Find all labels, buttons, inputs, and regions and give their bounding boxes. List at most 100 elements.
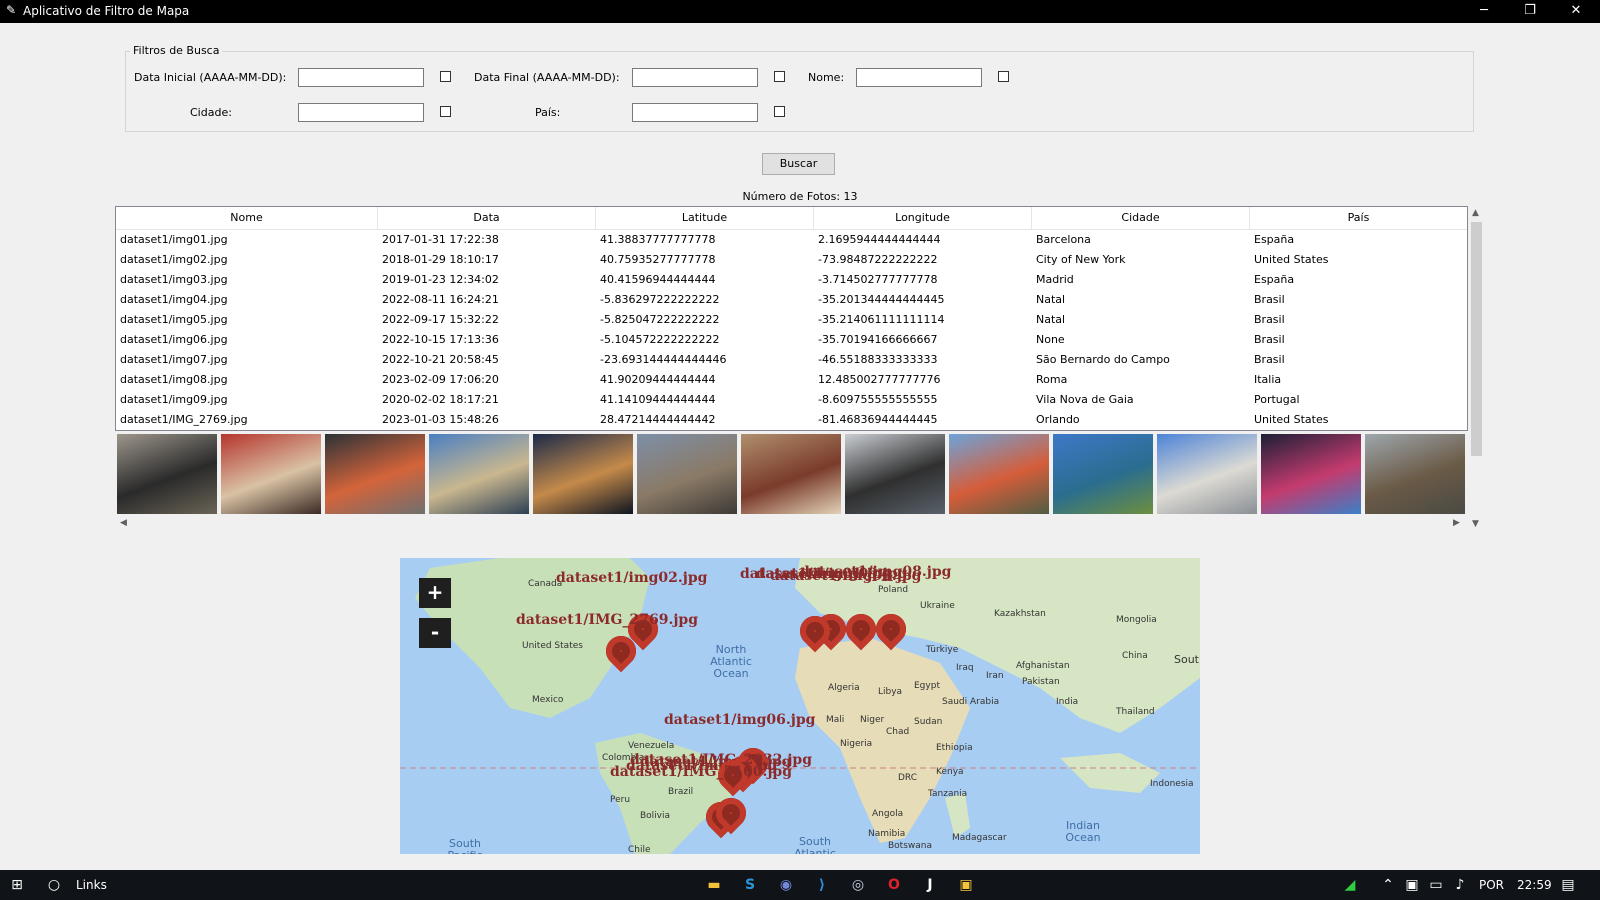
- notifications-icon[interactable]: ▤: [1558, 875, 1578, 895]
- photo-thumbnail[interactable]: [1157, 434, 1257, 514]
- start-date-field[interactable]: [298, 68, 424, 87]
- table-row[interactable]: dataset1/img04.jpg 2022-08-11 16:24:21 -5.…: [116, 290, 1467, 310]
- skype-icon[interactable]: S: [740, 875, 760, 895]
- python-icon[interactable]: ▣: [956, 875, 976, 895]
- photo-thumbnail[interactable]: [845, 434, 945, 514]
- cell-latitude: 28.47214444444442: [600, 413, 716, 426]
- language-indicator[interactable]: POR: [1479, 878, 1504, 892]
- cell-latitude: -5.825047222222222: [600, 313, 720, 326]
- country-checkbox[interactable]: [774, 106, 785, 117]
- column-header-longitude[interactable]: Longitude: [814, 207, 1032, 229]
- opera-icon[interactable]: O: [884, 875, 904, 895]
- table-row[interactable]: dataset1/IMG_2769.jpg 2023-01-03 15:48:26…: [116, 410, 1467, 430]
- photo-thumbnail[interactable]: [325, 434, 425, 514]
- discord-icon[interactable]: ◉: [776, 875, 796, 895]
- column-header-nome[interactable]: Nome: [116, 207, 378, 229]
- photo-thumbnail[interactable]: [1053, 434, 1153, 514]
- cell-pais: Italia: [1254, 373, 1282, 386]
- end-date-field[interactable]: [632, 68, 758, 87]
- maximize-button[interactable]: ❐: [1507, 0, 1553, 23]
- clock[interactable]: 22:59: [1517, 878, 1552, 892]
- column-header-cidade[interactable]: Cidade: [1032, 207, 1250, 229]
- device-icon[interactable]: ▣: [1402, 875, 1422, 895]
- zoom-out-button[interactable]: -: [419, 618, 451, 648]
- cell-pais: España: [1254, 273, 1295, 286]
- cell-data: 2020-02-02 18:17:21: [382, 393, 499, 406]
- wifi-icon[interactable]: ▭: [1426, 875, 1446, 895]
- cell-nome: dataset1/img03.jpg: [120, 273, 228, 286]
- scroll-down-arrow-icon[interactable]: ▼: [1472, 519, 1479, 529]
- name-checkbox[interactable]: [998, 71, 1009, 82]
- file-explorer-icon[interactable]: ▬: [704, 875, 724, 895]
- column-header-pais[interactable]: País: [1250, 207, 1467, 229]
- cell-latitude: 40.75935277777778: [600, 253, 716, 266]
- country-field[interactable]: [632, 103, 758, 122]
- map-place-label: Niger: [860, 715, 885, 725]
- map-place-label: Tanzania: [928, 789, 968, 799]
- table-row[interactable]: dataset1/img08.jpg 2023-02-09 17:06:20 41.…: [116, 370, 1467, 390]
- minimize-button[interactable]: ─: [1461, 0, 1507, 23]
- results-table[interactable]: Nome Data Latitude Longitude Cidade País…: [115, 206, 1468, 431]
- cell-cidade: Natal: [1036, 313, 1066, 326]
- photo-thumbnail[interactable]: [1365, 434, 1465, 514]
- table-row[interactable]: dataset1/img07.jpg 2022-10-21 20:58:45 -23…: [116, 350, 1467, 370]
- start-date-checkbox[interactable]: [440, 71, 451, 82]
- photo-thumbnail[interactable]: [637, 434, 737, 514]
- table-row[interactable]: dataset1/img05.jpg 2022-09-17 15:32:22 -5.…: [116, 310, 1467, 330]
- photo-thumbnail[interactable]: [117, 434, 217, 514]
- network-signal-icon[interactable]: ◢: [1340, 875, 1360, 895]
- close-button[interactable]: ✕: [1553, 0, 1599, 23]
- map-place-label: Nigeria: [840, 739, 873, 749]
- map-place-label: Ethiopia: [936, 743, 973, 753]
- map-place-label: Sudan: [914, 717, 943, 727]
- map-place-label: Kazakhstan: [994, 609, 1046, 619]
- cell-cidade: None: [1036, 333, 1065, 346]
- city-field[interactable]: [298, 103, 424, 122]
- column-header-latitude[interactable]: Latitude: [596, 207, 814, 229]
- cell-nome: dataset1/img04.jpg: [120, 293, 228, 306]
- map-place-label: Mali: [826, 715, 845, 725]
- photo-thumbnail[interactable]: [1261, 434, 1361, 514]
- cell-latitude: -5.104572222222222: [600, 333, 720, 346]
- world-map[interactable]: Canada United States Mexico North Atlantic …: [400, 558, 1200, 854]
- search-icon[interactable]: ○: [44, 875, 64, 895]
- city-checkbox[interactable]: [440, 106, 451, 117]
- vscode-icon[interactable]: ⟩: [812, 875, 832, 895]
- windows-start-icon[interactable]: ⊞: [7, 875, 27, 895]
- volume-icon[interactable]: ♪: [1450, 875, 1470, 895]
- map-place-label: Mongolia: [1116, 615, 1157, 625]
- end-date-checkbox[interactable]: [774, 71, 785, 82]
- cell-pais: Brasil: [1254, 293, 1285, 306]
- chevron-up-icon[interactable]: ⌃: [1378, 875, 1398, 895]
- steam-icon[interactable]: ◎: [848, 875, 868, 895]
- name-field[interactable]: [856, 68, 982, 87]
- photo-thumbnail[interactable]: [221, 434, 321, 514]
- thumbnail-strip[interactable]: [115, 433, 1468, 515]
- photo-thumbnail[interactable]: [949, 434, 1049, 514]
- cell-pais: Brasil: [1254, 313, 1285, 326]
- scroll-left-arrow-icon[interactable]: ◀: [120, 518, 127, 528]
- cell-longitude: -35.214061111111114: [818, 313, 945, 326]
- table-row[interactable]: dataset1/img02.jpg 2018-01-29 18:10:17 40.…: [116, 250, 1467, 270]
- photo-thumbnail[interactable]: [429, 434, 529, 514]
- vertical-scroll-thumb[interactable]: [1471, 222, 1482, 456]
- table-row[interactable]: dataset1/img01.jpg 2017-01-31 17:22:38 41.…: [116, 230, 1467, 250]
- table-vertical-scrollbar[interactable]: ▲ ▼: [1468, 206, 1485, 533]
- map-place-label: Indian Ocean: [1065, 819, 1101, 844]
- table-row[interactable]: dataset1/img09.jpg 2020-02-02 18:17:21 41.…: [116, 390, 1467, 410]
- cell-nome: dataset1/img09.jpg: [120, 393, 228, 406]
- column-header-data[interactable]: Data: [378, 207, 596, 229]
- map-place-label: Egypt: [914, 681, 940, 691]
- taskbar-search-text[interactable]: Links: [76, 878, 107, 892]
- search-button[interactable]: Buscar: [762, 153, 835, 175]
- scroll-up-arrow-icon[interactable]: ▲: [1472, 208, 1479, 218]
- table-row[interactable]: dataset1/img06.jpg 2022-10-15 17:13:36 -5.…: [116, 330, 1467, 350]
- zoom-in-button[interactable]: +: [419, 578, 451, 608]
- photo-thumbnail[interactable]: [533, 434, 633, 514]
- thumbnail-horizontal-scrollbar[interactable]: ◀ ▶: [115, 517, 1468, 532]
- scroll-right-arrow-icon[interactable]: ▶: [1453, 518, 1460, 528]
- photo-thumbnail[interactable]: [741, 434, 841, 514]
- table-row[interactable]: dataset1/img03.jpg 2019-01-23 12:34:02 40.…: [116, 270, 1467, 290]
- intellij-icon[interactable]: J: [920, 875, 940, 895]
- map-place-label: Peru: [610, 795, 631, 805]
